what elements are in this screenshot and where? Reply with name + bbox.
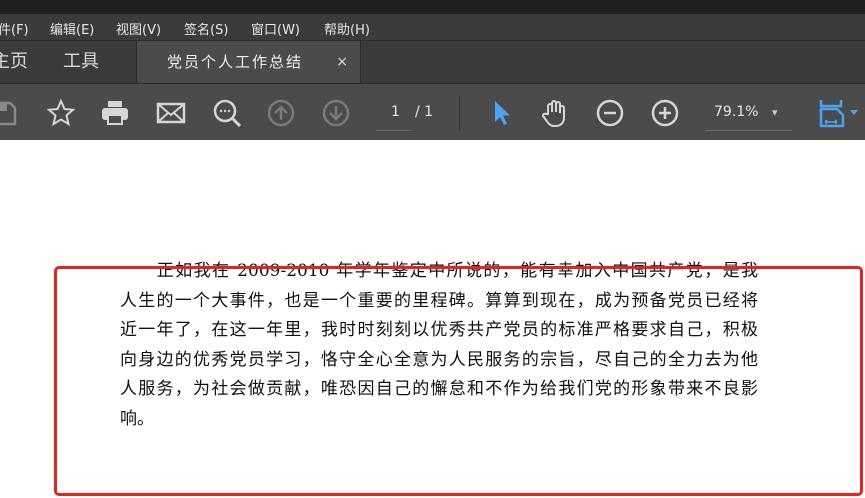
fit-dropdown-caret-icon[interactable]	[850, 110, 858, 115]
title-bar	[0, 0, 865, 14]
zoom-dropdown-caret-icon[interactable]: ▾	[772, 106, 778, 119]
bookmark-star-icon[interactable]	[46, 98, 76, 128]
zoom-underline	[705, 130, 792, 131]
page-total: / 1	[415, 104, 434, 120]
menu-edit[interactable]: 编辑(E)	[50, 19, 94, 38]
menu-bar: 件(F) 编辑(E) 视图(V) 签名(S) 窗口(W) 帮助(H)	[0, 14, 865, 40]
tab-tools[interactable]: 工具	[63, 41, 99, 84]
tab-document-title: 党员个人工作总结	[167, 53, 304, 71]
fit-page-icon[interactable]	[818, 98, 848, 128]
save-icon[interactable]	[0, 98, 18, 128]
toolbar-divider	[459, 96, 460, 130]
tab-home[interactable]: 主页	[0, 41, 28, 84]
page-input-underline	[376, 130, 412, 131]
close-tab-icon[interactable]: ×	[336, 41, 350, 83]
hand-tool-icon[interactable]	[540, 98, 570, 128]
zoom-in-icon[interactable]	[650, 98, 680, 128]
menu-help[interactable]: 帮助(H)	[324, 19, 370, 38]
next-page-icon[interactable]	[321, 98, 351, 128]
tab-bar: 主页 工具 党员个人工作总结 ×	[0, 40, 865, 84]
menu-view[interactable]: 视图(V)	[116, 19, 161, 38]
zoom-level-select[interactable]: 79.1%	[714, 104, 758, 120]
select-cursor-icon[interactable]	[487, 98, 517, 128]
email-icon[interactable]	[156, 98, 186, 128]
page-number-input[interactable]: 1	[391, 104, 400, 120]
search-icon[interactable]	[212, 98, 242, 128]
toolbar: 1 / 1 79.1% ▾	[0, 83, 865, 140]
menu-window[interactable]: 窗口(W)	[251, 19, 300, 38]
zoom-out-icon[interactable]	[595, 98, 625, 128]
menu-sign[interactable]: 签名(S)	[184, 19, 228, 38]
print-icon[interactable]	[100, 98, 130, 128]
highlight-annotation-box	[54, 266, 863, 496]
previous-page-icon[interactable]	[266, 98, 296, 128]
tab-document[interactable]: 党员个人工作总结 ×	[136, 41, 361, 84]
menu-file[interactable]: 件(F)	[0, 19, 29, 38]
